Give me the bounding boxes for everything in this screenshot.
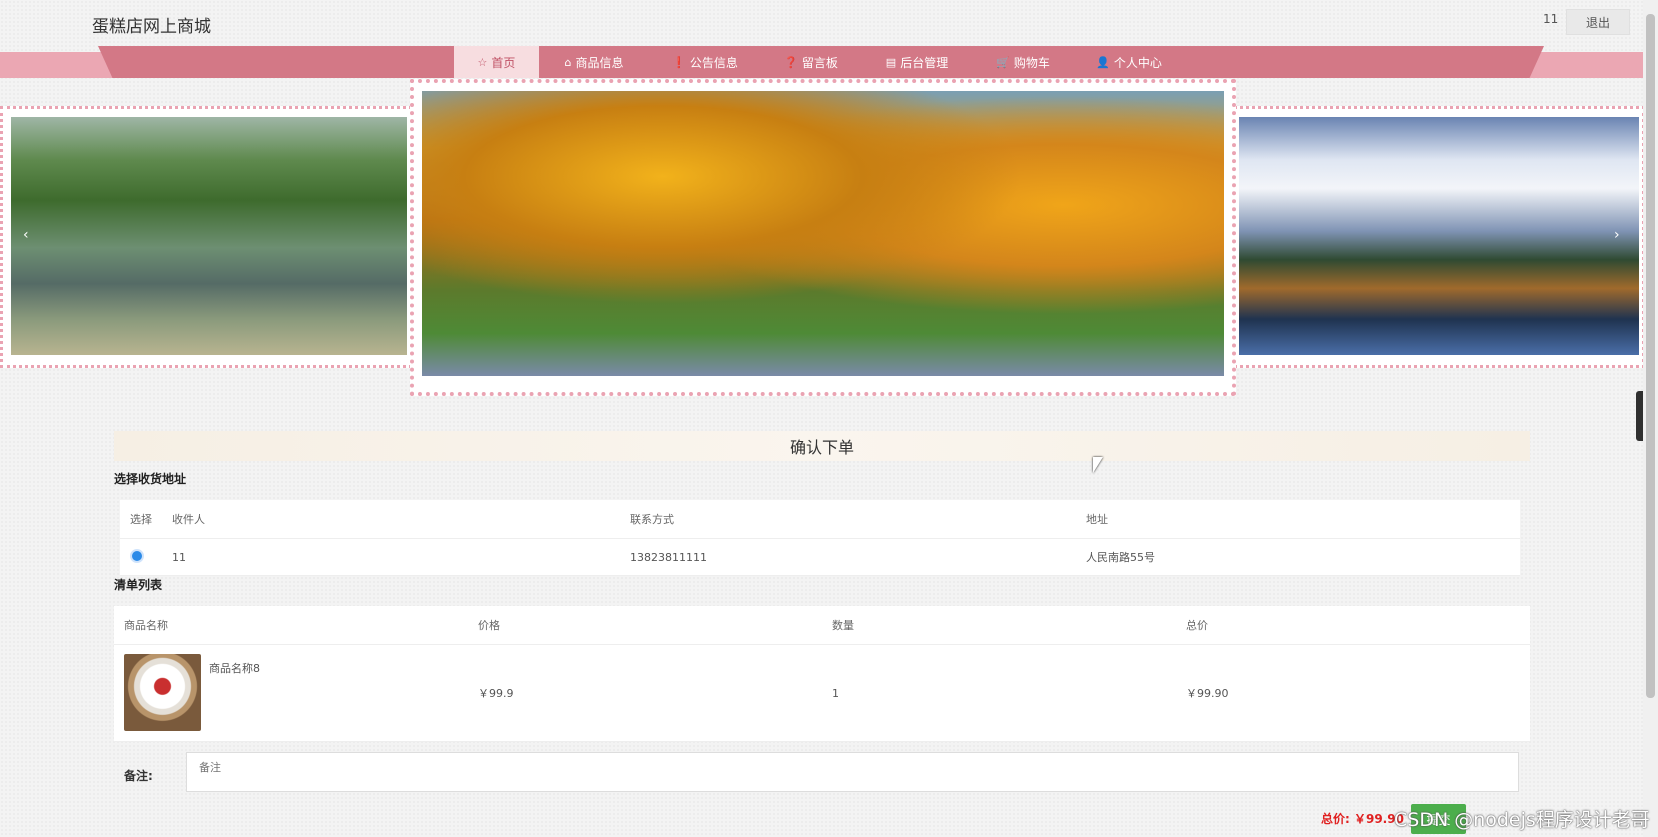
item-total-cell: ￥99.90 [1186,687,1229,700]
items-section-title: 清单列表 [114,578,163,592]
order-total: 总价: ￥99.90 [1321,812,1404,826]
page-scrollbar[interactable] [1643,0,1658,837]
carousel-slide-left[interactable]: ‹ [0,106,418,368]
cart-icon: 🛒 [996,55,1010,69]
phone-cell: 13823811111 [630,550,707,564]
price-cell: ￥99.9 [478,687,514,700]
user-icon: 👤 [1096,55,1110,69]
carousel-prev-icon[interactable]: ‹ [23,227,29,243]
lake-image [11,117,407,355]
watermark: CSDN @nodejs程序设计老哥 [1394,809,1650,831]
nav-item-messages[interactable]: ❓ 留言板 [761,46,861,78]
question-icon: ❓ [784,55,798,69]
address-cell: 人民南路55号 [1086,551,1155,564]
nav-item-profile[interactable]: 👤 个人中心 [1073,46,1185,78]
carousel-slide-center[interactable] [410,79,1236,447]
mouse-cursor [1093,457,1103,473]
items-table: 商品名称 价格 数量 总价 商品名称8 ￥99.9 1 ￥99.90 [114,606,1530,742]
address-radio[interactable] [130,548,144,563]
snow-mountain-image [1239,117,1639,355]
column-header: 地址 [1086,513,1108,526]
recipient-cell: 11 [172,550,186,564]
product-name: 商品名称8 [209,662,260,675]
star-icon: ☆ [477,55,488,69]
column-header: 商品名称 [124,619,168,632]
item-row: 商品名称8 ￥99.9 1 ￥99.90 [114,645,1530,742]
nav-item-label: 购物车 [1013,55,1050,70]
autumn-park-image [422,91,1224,376]
column-header: 联系方式 [630,513,674,526]
address-section-title: 选择收货地址 [114,472,187,486]
nav-item-products[interactable]: ⌂ 商品信息 [539,46,649,78]
carousel-slide-right[interactable]: › [1228,106,1645,368]
address-table-header: 选择 收件人 联系方式 地址 [120,500,1520,539]
nav-item-home[interactable]: ☆ 首页 [454,46,539,78]
nav-item-cart[interactable]: 🛒 购物车 [973,46,1073,78]
column-header: 总价 [1186,619,1208,632]
main-nav: ☆ 首页 ⌂ 商品信息 ❗ 公告信息 ❓ 留言板 ▤ 后台管理 🛒 购物车 👤 … [454,46,1185,78]
carousel-next-icon[interactable]: › [1614,227,1620,243]
column-header: 数量 [832,619,854,632]
user-name: 11 [1543,12,1559,26]
nav-item-label: 留言板 [801,55,838,70]
remark-label: 备注: [124,769,153,783]
product-image[interactable] [124,654,201,731]
logout-button[interactable]: 退出 [1566,9,1630,35]
admin-icon: ▤ [885,55,897,69]
items-table-header: 商品名称 价格 数量 总价 [114,606,1530,645]
address-table: 选择 收件人 联系方式 地址 11 13823811111 人民南路55号 [120,500,1520,576]
quantity-cell: 1 [832,686,839,700]
nav-item-admin[interactable]: ▤ 后台管理 [861,46,973,78]
remark-input[interactable] [186,752,1519,792]
scrollbar-thumb[interactable] [1646,14,1655,698]
order-heading: 确认下单 [114,431,1530,461]
nav-item-announcements[interactable]: ❗ 公告信息 [649,46,761,78]
address-row[interactable]: 11 13823811111 人民南路55号 [120,539,1520,576]
bag-icon: ⌂ [564,55,572,69]
nav-item-label: 商品信息 [575,55,624,70]
nav-item-label: 后台管理 [900,55,949,70]
column-header: 价格 [478,619,500,632]
column-header: 收件人 [172,513,205,526]
nav-item-label: 个人中心 [1113,55,1162,70]
site-title: 蛋糕店网上商城 [92,17,211,37]
notice-icon: ❗ [672,55,686,69]
nav-item-label: 首页 [491,55,516,70]
nav-item-label: 公告信息 [689,55,738,70]
column-header: 选择 [130,513,152,526]
